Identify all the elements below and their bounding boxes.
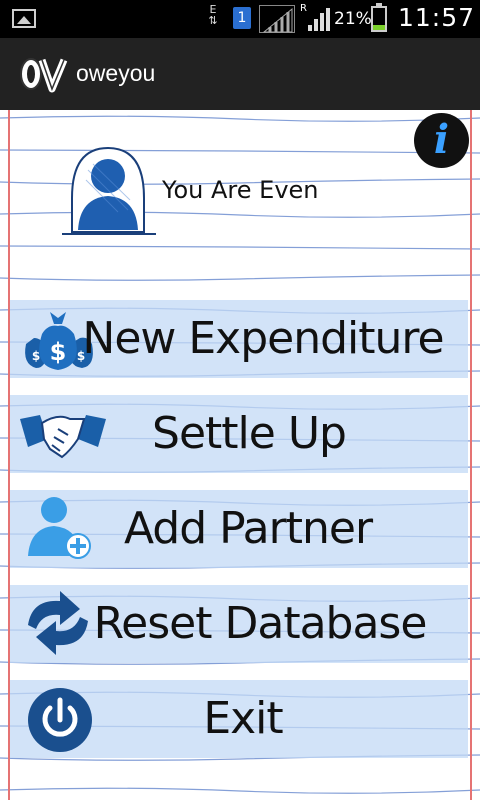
battery-percent: 21%: [334, 9, 372, 29]
ruled-line: [0, 274, 480, 281]
balance-status: You Are Even: [162, 176, 319, 204]
image-notification-icon: [12, 9, 36, 28]
reset-database-label: Reset Database: [93, 598, 428, 649]
exit-label: Exit: [203, 693, 283, 744]
app-logo-icon: [18, 55, 68, 93]
add-partner-label: Add Partner: [123, 503, 373, 554]
user-avatar-icon: [58, 140, 158, 240]
battery-fill: [373, 25, 385, 30]
settle-up-button[interactable]: Settle Up: [10, 395, 468, 473]
data-indicator: E ⇅: [208, 3, 218, 27]
ruled-line: [0, 245, 480, 250]
exit-button[interactable]: Exit: [10, 680, 468, 758]
settle-up-label: Settle Up: [152, 408, 347, 459]
reset-database-button[interactable]: Reset Database: [10, 585, 468, 663]
signal-sim1-icon: [259, 5, 295, 33]
action-bar: oweyou: [0, 38, 480, 110]
new-expenditure-button[interactable]: $ $ $ New Expenditure: [10, 300, 468, 378]
notebook-paper: i You Are Even $ $ $ New Expenditure Set…: [0, 110, 480, 800]
add-partner-button[interactable]: Add Partner: [10, 490, 468, 568]
info-icon: i: [433, 116, 450, 163]
new-expenditure-label: New Expenditure: [82, 313, 444, 364]
roaming-indicator: R: [300, 3, 307, 14]
sim-icon: 1: [233, 7, 251, 29]
status-bar: E ⇅ 1 R 21% 11:57: [0, 0, 480, 38]
battery-icon: [371, 3, 387, 32]
app-title: oweyou: [76, 60, 156, 86]
right-margin-line: [470, 110, 472, 800]
clock: 11:57: [398, 3, 476, 32]
ruled-line: [0, 787, 480, 794]
info-button[interactable]: i: [414, 113, 469, 168]
ruled-line: [0, 115, 480, 122]
